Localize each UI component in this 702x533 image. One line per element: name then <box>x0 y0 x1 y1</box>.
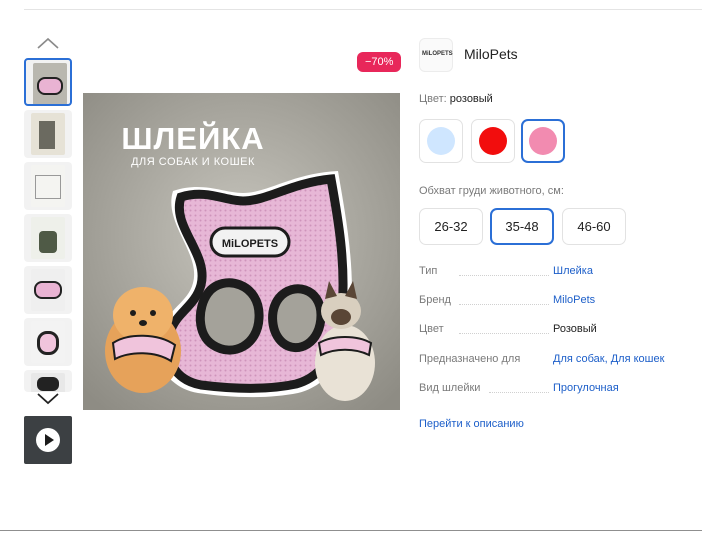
spec-value: Розовый <box>553 323 597 335</box>
image-title: ШЛЕЙКА <box>121 121 265 156</box>
top-divider <box>24 9 702 10</box>
thumbnail-5[interactable] <box>24 266 72 314</box>
size-label: Обхват груди животного, см: <box>419 185 564 197</box>
spec-value-link[interactable]: MiloPets <box>553 294 595 306</box>
size-option-3[interactable]: 46-60 <box>562 208 626 245</box>
brand-name[interactable]: MiloPets <box>464 46 518 62</box>
thumbnail-6[interactable] <box>24 318 72 366</box>
chevron-up-icon[interactable] <box>36 36 60 50</box>
chevron-down-icon[interactable] <box>36 392 60 406</box>
spec-value-link[interactable]: Прогулочная <box>553 382 619 394</box>
spec-row-brand: Бренд MiloPets <box>419 294 689 310</box>
spec-leader <box>459 275 549 276</box>
color-swatch-light-blue[interactable] <box>419 119 463 163</box>
image-subtitle: ДЛЯ СОБАК И КОШЕК <box>131 156 255 168</box>
play-icon <box>36 428 60 452</box>
product-main-image[interactable]: MiLOPETS ШЛЕЙКА ДЛЯ СОБАК И КОШЕК <box>83 93 400 410</box>
spec-leader <box>459 333 549 334</box>
size-option-1[interactable]: 26-32 <box>419 208 483 245</box>
spec-row-harness-type: Вид шлейки Прогулочная <box>419 382 689 398</box>
spec-row-color: Цвет Розовый <box>419 323 689 339</box>
bottom-divider <box>0 530 702 531</box>
spec-leader <box>489 392 549 393</box>
go-to-description-link[interactable]: Перейти к описанию <box>419 418 524 430</box>
size-option-2[interactable]: 35-48 <box>490 208 554 245</box>
swatch-dot <box>479 127 507 155</box>
spec-leader <box>459 304 549 305</box>
color-swatch-pink[interactable] <box>521 119 565 163</box>
spec-row-type: Тип Шлейка <box>419 265 689 281</box>
color-selected: розовый <box>449 93 493 105</box>
swatch-dot <box>529 127 557 155</box>
thumbnail-1[interactable] <box>24 58 72 106</box>
thumbnail-2[interactable] <box>24 110 72 158</box>
harness-logo-text: MiLOPETS <box>222 238 278 250</box>
thumbnail-3[interactable] <box>24 162 72 210</box>
thumbnail-4[interactable] <box>24 214 72 262</box>
spec-key: Бренд <box>419 294 451 306</box>
brand-logo[interactable]: MiLOPETS <box>419 38 453 72</box>
color-swatch-red[interactable] <box>471 119 515 163</box>
video-thumbnail[interactable] <box>24 416 72 464</box>
swatch-dot <box>427 127 455 155</box>
spec-value-link[interactable]: Шлейка <box>553 265 593 277</box>
color-label: Цвет: розовый <box>419 93 493 105</box>
spec-key: Вид шлейки <box>419 382 481 394</box>
thumbnail-7[interactable] <box>24 370 72 392</box>
spec-row-purpose: Предназначено для Для собак, Для кошек <box>419 353 689 369</box>
spec-value-link[interactable]: Для собак, Для кошек <box>553 353 664 365</box>
spec-key: Предназначено для <box>419 353 521 365</box>
spec-key: Тип <box>419 265 438 277</box>
spec-key: Цвет <box>419 323 444 335</box>
discount-badge: −70% <box>357 52 402 72</box>
